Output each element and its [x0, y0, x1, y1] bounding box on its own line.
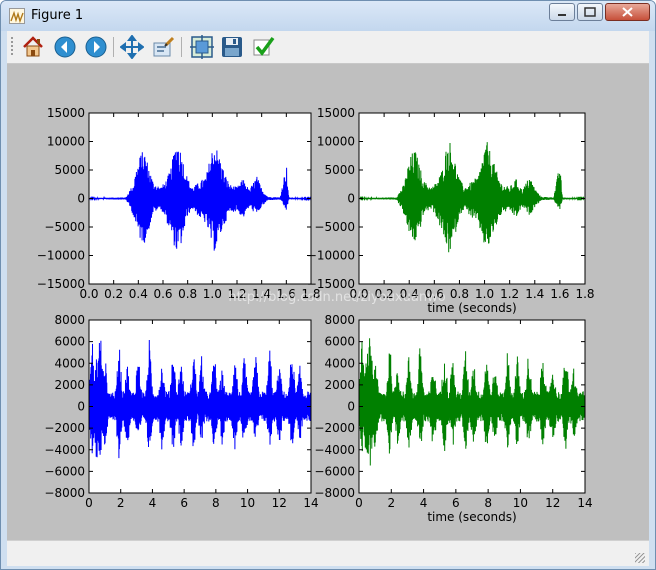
y-tick-label: 6000	[54, 335, 85, 349]
x-tick-label: 1.0	[203, 287, 222, 301]
toolbar-grip[interactable]	[10, 36, 14, 58]
x-tick-label: 1.2	[500, 287, 519, 301]
y-tick-label: 0	[347, 192, 355, 206]
y-tick-label: 0	[77, 192, 85, 206]
x-tick-label: 0.4	[129, 287, 148, 301]
subplot-bottom-left: 0 2 4 6 8 10 12 1480006000400020000−2000−4000−6…	[44, 313, 318, 510]
y-tick-label: −10000	[37, 249, 85, 263]
x-tick-label: 8	[212, 496, 220, 510]
x-tick-label: 4	[149, 496, 157, 510]
x-tick-label: 0.2	[104, 287, 123, 301]
y-tick-label: −4000	[44, 443, 85, 457]
subplot-bottom-right: 0 2 4 6 8 10 12 14 8000 6000 4000 2000 0 −2000 −4000 −6…	[314, 313, 592, 524]
checkmark-icon	[253, 36, 275, 56]
y-tick-label: −15000	[37, 277, 85, 291]
y-tick-label: 4000	[54, 356, 85, 370]
y-tick-label: 10000	[47, 135, 85, 149]
y-tick-label: −4000	[314, 443, 355, 457]
y-tick-label: 2000	[54, 378, 85, 392]
subplot-top-left: 0.0 0.2 0.4 0.6 0.8 1.0 1.2 1.4 1.6 1.81500010000…	[37, 106, 321, 301]
x-tick-label: 2	[117, 496, 125, 510]
minimize-button[interactable]	[549, 3, 575, 21]
x-tick-label: 0.8	[178, 287, 197, 301]
toolbar-separator	[181, 37, 182, 57]
y-tick-label: 0	[77, 400, 85, 414]
save-disk-icon	[222, 37, 242, 57]
subplots-button[interactable]	[190, 35, 214, 59]
x-tick-label: 6	[452, 496, 460, 510]
y-tick-label: 5000	[54, 163, 85, 177]
pan-button[interactable]	[119, 34, 145, 60]
y-tick-label: 0	[347, 400, 355, 414]
x-tick-label: 10	[513, 496, 528, 510]
x-tick-label: 1.0	[475, 287, 494, 301]
title-bar[interactable]: Figure 1	[1, 1, 655, 31]
x-tick-label: 0	[355, 496, 363, 510]
navigation-toolbar	[7, 31, 649, 64]
figure-window: Figure 1 0.0 0.2 0.4 0.6 0.8 1.0 1.2 1.4…	[0, 0, 656, 570]
x-tick-label: 0	[85, 496, 93, 510]
x-tick-label: 1.6	[550, 287, 569, 301]
y-tick-label: −5000	[314, 220, 355, 234]
subplot-top-right: 0.0 0.2 0.4 0.6 0.8 1.0 1.2 1.4 1.6 1.81500010000…	[307, 106, 595, 315]
y-tick-label: 10000	[317, 135, 355, 149]
x-tick-label: 14	[577, 496, 592, 510]
y-tick-label: −6000	[44, 464, 85, 478]
home-icon	[23, 36, 43, 57]
y-tick-label: 15000	[317, 106, 355, 120]
y-tick-label: −15000	[307, 277, 355, 291]
resize-grip-icon[interactable]	[635, 553, 645, 563]
y-tick-label: −8000	[314, 486, 355, 500]
zoom-rect-icon	[153, 36, 175, 57]
back-button[interactable]	[53, 35, 77, 59]
arrow-left-icon	[54, 36, 76, 58]
figure-canvas[interactable]: 0.0 0.2 0.4 0.6 0.8 1.0 1.2 1.4 1.6 1.8 15000 10000…	[7, 64, 649, 540]
y-tick-label: 15000	[47, 106, 85, 120]
status-bar	[7, 540, 649, 566]
x-tick-label: 2	[387, 496, 395, 510]
y-tick-label: 5000	[324, 163, 355, 177]
close-button[interactable]	[605, 3, 650, 21]
y-tick-label: −2000	[314, 421, 355, 435]
y-tick-label: 8000	[54, 313, 85, 327]
zoom-button[interactable]	[152, 35, 176, 59]
x-tick-label: 12	[272, 496, 287, 510]
x-tick-label: 0.6	[153, 287, 172, 301]
x-tick-label: 1.8	[575, 287, 594, 301]
x-tick-label: 4	[420, 496, 428, 510]
y-tick-label: 6000	[324, 335, 355, 349]
toolbar-separator	[113, 37, 114, 57]
forward-button[interactable]	[84, 35, 108, 59]
home-button[interactable]	[21, 35, 45, 59]
pan-move-icon	[119, 34, 145, 60]
maximize-button[interactable]	[577, 3, 603, 21]
x-tick-label: 6	[180, 496, 188, 510]
edit-button[interactable]	[252, 35, 276, 59]
y-tick-label: −6000	[314, 464, 355, 478]
minimize-icon	[558, 14, 566, 16]
x-tick-label: 8	[484, 496, 492, 510]
x-tick-label: 10	[240, 496, 255, 510]
save-button[interactable]	[220, 35, 244, 59]
x-tick-label: 1.4	[525, 287, 544, 301]
x-axis-label: time (seconds)	[427, 510, 516, 524]
x-tick-label: 0.8	[450, 287, 469, 301]
x-tick-label: 12	[545, 496, 560, 510]
close-icon	[622, 7, 633, 17]
y-tick-label: 8000	[324, 313, 355, 327]
maximize-icon	[584, 7, 596, 17]
y-tick-label: 2000	[324, 378, 355, 392]
matplotlib-figure-icon	[9, 8, 25, 24]
watermark: http://blog.csdn.net/ziyouxuanwo	[228, 290, 445, 305]
y-tick-label: 4000	[324, 356, 355, 370]
window-title: Figure 1	[31, 8, 84, 23]
y-tick-label: −10000	[307, 249, 355, 263]
plots-svg: 0.0 0.2 0.4 0.6 0.8 1.0 1.2 1.4 1.6 1.81500010000…	[37, 106, 595, 524]
y-tick-label: −8000	[44, 486, 85, 500]
y-tick-label: −2000	[44, 421, 85, 435]
configure-subplots-icon	[190, 35, 214, 59]
arrow-right-icon	[85, 36, 107, 58]
y-tick-label: −5000	[44, 220, 85, 234]
